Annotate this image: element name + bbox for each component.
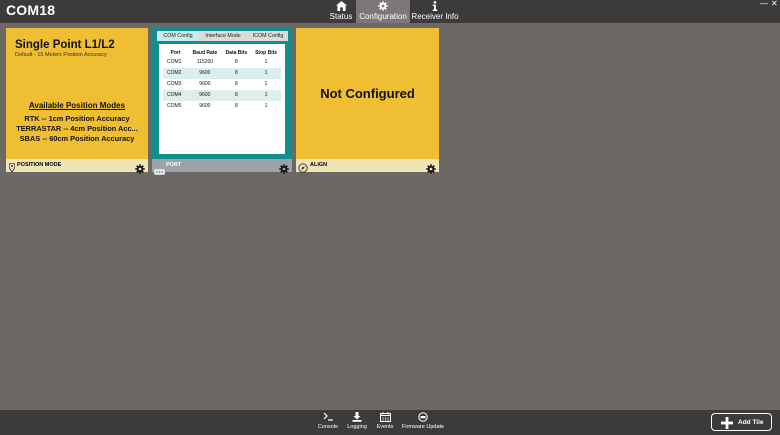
align-status: Not Configured <box>320 86 415 101</box>
port-cell: COM5 <box>167 103 182 109</box>
compass-icon <box>298 160 308 178</box>
data-bits-cell: 8 <box>235 103 238 109</box>
position-mode-footer-label: POSITION MODE <box>17 162 62 168</box>
mode-sbas: SBAS -- 60cm Position Accuracy <box>19 134 135 143</box>
table-row[interactable]: COM4 9600 8 1 <box>163 89 281 101</box>
nav-status[interactable]: Status <box>326 0 356 23</box>
port-tabs: COM Config Interface Mode ICOM Config <box>157 31 288 41</box>
table-row[interactable]: COM3 9600 8 1 <box>163 79 281 90</box>
position-mode-tile[interactable]: Single Point L1/L2 Default - 15 Meters P… <box>6 28 148 174</box>
minimize-button[interactable]: — <box>760 0 768 8</box>
port-footer-label: PORT <box>166 162 182 168</box>
stop-bits-cell: 1 <box>251 67 281 79</box>
console-button[interactable]: Console <box>316 410 340 435</box>
top-bar: COM18 Status Configuration Receiver Info… <box>0 0 780 23</box>
port-table-panel: Port Baud Rate Data Bits Stop Bits COM1 … <box>159 44 285 154</box>
events-label: Events <box>376 424 394 430</box>
close-button[interactable]: ✕ <box>771 0 778 8</box>
gear-icon <box>356 1 410 12</box>
mode-rtk: RTK -- 1cm Position Accuracy <box>24 114 130 123</box>
stop-bits-cell: 1 <box>251 89 281 101</box>
tab-interface-mode[interactable]: Interface Mode <box>199 32 247 41</box>
home-icon <box>326 1 356 12</box>
port-cell: COM4 <box>163 89 189 101</box>
port-cell: COM2 <box>163 67 189 79</box>
align-tile[interactable]: Not Configured ALIGN <box>296 28 439 174</box>
firmware-update-label: Firmware Update <box>401 424 445 430</box>
info-icon <box>410 1 460 12</box>
calendar-icon <box>374 412 396 422</box>
align-footer-label: ALIGN <box>310 162 328 168</box>
baud-cell: 9600 <box>188 67 222 79</box>
align-settings-icon[interactable] <box>426 161 436 174</box>
nav-receiver-info-label: Receiver Info <box>411 12 459 21</box>
port-cell: COM3 <box>167 81 182 88</box>
port-footer: PORT <box>152 159 292 175</box>
firmware-icon <box>401 412 445 422</box>
table-row[interactable]: COM2 9600 8 1 <box>163 67 281 79</box>
location-pin-icon <box>8 160 16 178</box>
nav-receiver-info[interactable]: Receiver Info <box>410 0 460 23</box>
align-footer: ALIGN <box>296 159 439 174</box>
port-table: Port Baud Rate Data Bits Stop Bits COM1 … <box>163 48 281 111</box>
nav-configuration[interactable]: Configuration <box>356 0 410 23</box>
column-header: Data Bits <box>225 49 248 56</box>
baud-cell: 9600 <box>188 89 222 101</box>
available-modes-heading: Available Position Modes <box>28 101 126 110</box>
data-bits-cell: 8 <box>221 89 252 101</box>
baud-cell: 9600 <box>199 81 211 88</box>
console-icon <box>316 412 340 422</box>
column-header: Baud Rate <box>192 49 218 56</box>
bottom-bar: Console Logging Events Firmware Update <box>0 410 780 435</box>
position-mode-subtitle: Default - 15 Meters Position Accuracy <box>15 52 107 58</box>
data-bits-cell: 8 <box>235 81 238 88</box>
position-mode-title: Single Point L1/L2 <box>15 39 115 51</box>
port-connector-icon <box>154 162 165 180</box>
baud-cell: 115200 <box>196 59 214 66</box>
app-title: COM18 <box>6 2 56 18</box>
table-row[interactable]: COM1 115200 8 1 <box>163 57 281 68</box>
tab-com-config[interactable]: COM Config <box>158 32 198 41</box>
stop-bits-cell: 1 <box>264 81 268 88</box>
stop-bits-cell: 1 <box>264 103 268 109</box>
position-mode-footer: POSITION MODE <box>6 159 148 174</box>
column-header: Stop Bits <box>255 49 278 56</box>
stop-bits-cell: 1 <box>264 59 268 66</box>
position-mode-settings-icon[interactable] <box>135 161 145 174</box>
tab-icom-config[interactable]: ICOM Config <box>248 32 288 41</box>
nav-status-label: Status <box>329 12 353 21</box>
baud-cell: 9600 <box>199 103 211 109</box>
console-label: Console <box>317 424 339 430</box>
data-bits-cell: 8 <box>221 67 252 79</box>
port-cell: COM1 <box>167 59 182 66</box>
column-header: Port <box>170 49 181 56</box>
firmware-update-button[interactable]: Firmware Update <box>401 410 445 435</box>
nav-configuration-label: Configuration <box>359 12 407 21</box>
table-row[interactable]: COM5 9600 8 1 <box>163 101 281 112</box>
events-button[interactable]: Events <box>374 410 396 435</box>
logging-label: Logging <box>347 424 367 430</box>
plus-icon <box>721 416 733 429</box>
port-tile[interactable]: COM Config Interface Mode ICOM Config Po… <box>152 28 292 175</box>
port-settings-icon[interactable] <box>279 161 289 174</box>
mode-terrastar: TERRASTAR -- 4cm Position Acc... <box>16 124 138 133</box>
download-icon <box>345 412 369 422</box>
data-bits-cell: 8 <box>235 59 238 66</box>
logging-button[interactable]: Logging <box>345 410 369 435</box>
add-tile-label: Add Tile <box>738 419 764 426</box>
add-tile-button[interactable]: Add Tile <box>711 413 772 431</box>
